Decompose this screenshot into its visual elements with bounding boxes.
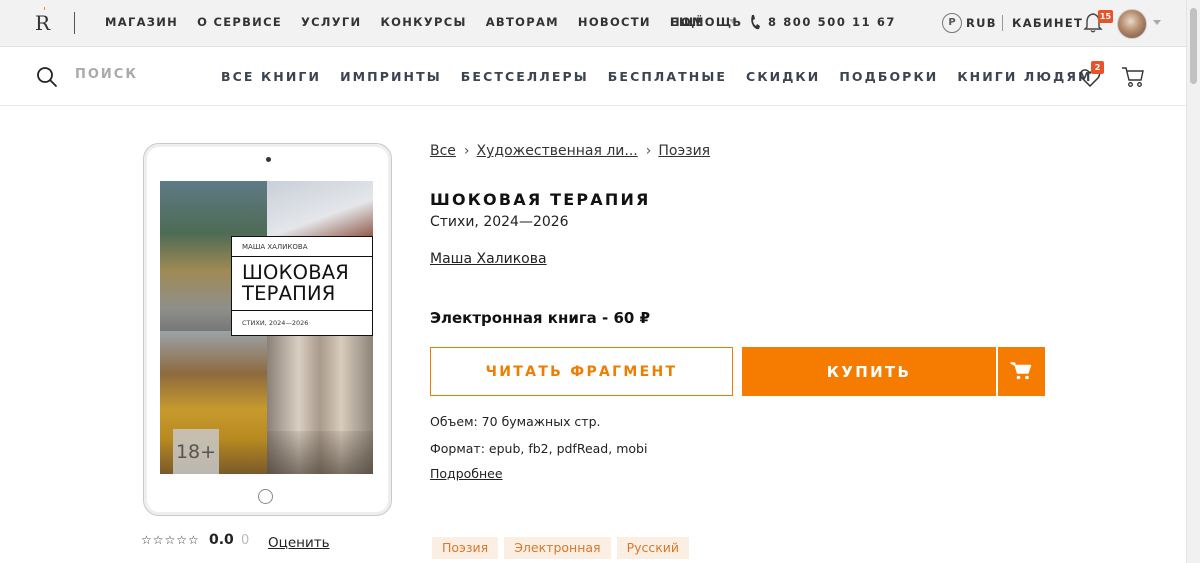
rating-count: 0 [241,533,250,548]
price: Электронная книга - 60 ₽ [430,309,651,327]
logo[interactable]: R ' [35,5,50,35]
cabinet-link[interactable]: КАБИНЕТ [1012,16,1083,30]
breadcrumb-all[interactable]: Все [430,143,456,159]
tag-electronic[interactable]: Электронная [504,537,611,559]
top-nav-shop[interactable]: МАГАЗИН [105,15,178,29]
tag-russian[interactable]: Русский [616,537,690,559]
breadcrumb-separator: › [463,143,470,159]
currency-selector[interactable]: RUB [966,16,997,30]
nav-bestsellers[interactable]: БЕСТСЕЛЛЕРЫ [461,69,589,84]
nav-discounts[interactable]: СКИДКИ [746,69,820,84]
currency-icon: P [942,13,962,33]
notification-badge: 15 [1098,10,1113,23]
breadcrumb: Все › Художественная ли... › Поэзия [430,143,710,159]
breadcrumb-fiction[interactable]: Художественная ли... [477,143,638,159]
rating-stars[interactable]: ☆☆☆☆☆ [141,533,200,547]
age-rating-badge: 18+ [173,429,219,474]
cart-icon [1010,362,1032,380]
scrollbar-thumb[interactable] [1190,8,1197,84]
tag-poetry[interactable]: Поэзия [432,537,499,559]
phone-number[interactable]: 8 800 500 11 67 [768,15,896,29]
main-nav-bar: ВСЕ КНИГИ ИМПРИНТЫ БЕСТСЕЛЛЕРЫ БЕСПЛАТНЫ… [0,48,1186,106]
book-subtitle: Стихи, 2024—2026 [430,214,569,230]
read-fragment-button[interactable]: ЧИТАТЬ ФРАГМЕНТ [430,347,733,396]
cover-rule [232,310,373,311]
book-title: ШОКОВАЯ ТЕРАПИЯ [430,190,651,209]
chevron-down-icon[interactable] [1153,20,1161,25]
cover-rule [232,256,373,257]
breadcrumb-separator: › [645,143,652,159]
add-to-cart-button[interactable] [998,347,1045,396]
top-bar: R ' МАГАЗИН О СЕРВИСЕ УСЛУГИ КОНКУРСЫ АВТ… [0,0,1186,47]
top-nav-contests[interactable]: КОНКУРСЫ [380,15,466,29]
top-nav-services[interactable]: УСЛУГИ [301,15,361,29]
nav-all-books[interactable]: ВСЕ КНИГИ [221,69,321,84]
main-nav: ВСЕ КНИГИ ИМПРИНТЫ БЕСТСЕЛЛЕРЫ БЕСПЛАТНЫ… [221,69,1112,84]
breadcrumb-poetry[interactable]: Поэзия [658,143,710,159]
cover-title: ШОКОВАЯ ТЕРАПИЯ [242,261,350,305]
format-info: Формат: epub, fb2, pdfRead, mobi [430,441,648,456]
search-input[interactable] [75,67,195,82]
cover-title-plate: МАША ХАЛИКОВА ШОКОВАЯ ТЕРАПИЯ СТИХИ, 202… [231,236,373,336]
rate-link[interactable]: Оценить [268,535,330,551]
nav-imprints[interactable]: ИМПРИНТЫ [340,69,442,84]
nav-books-for-people[interactable]: КНИГИ ЛЮДЯМ [957,69,1092,84]
cover-photo-shadow [267,431,373,474]
volume-info: Объем: 70 бумажных стр. [430,414,601,429]
logo-divider [74,12,75,34]
tag-list: Поэзия Электронная Русский [432,537,695,559]
rating-value: 0.0 [209,532,234,548]
cart-icon[interactable] [1121,66,1145,88]
cover-subtitle: СТИХИ, 2024—2026 [242,319,309,327]
details-link[interactable]: Подробнее [430,466,503,481]
scrollbar[interactable] [1186,0,1200,563]
top-nav-about[interactable]: О СЕРВИСЕ [197,15,282,29]
nav-collections[interactable]: ПОДБОРКИ [839,69,938,84]
top-divider [1002,15,1003,31]
help-link[interactable]: ПОМОЩЬ [670,15,742,29]
nav-free[interactable]: БЕСПЛАТНЫЕ [608,69,727,84]
top-nav-news[interactable]: НОВОСТИ [578,15,651,29]
cover-author: МАША ХАЛИКОВА [242,243,308,251]
tablet-home-button [258,489,273,504]
book-cover[interactable]: МАША ХАЛИКОВА ШОКОВАЯ ТЕРАПИЯ СТИХИ, 202… [160,181,373,474]
avatar[interactable] [1117,9,1147,39]
buy-button[interactable]: КУПИТЬ [742,347,996,396]
search-icon[interactable] [36,66,58,88]
author-link[interactable]: Маша Халикова [430,251,547,267]
favorites-badge: 2 [1091,61,1104,74]
logo-accent: ' [43,5,47,18]
tablet-camera [266,157,271,162]
phone-icon [751,15,760,30]
top-nav-authors[interactable]: АВТОРАМ [486,15,559,29]
